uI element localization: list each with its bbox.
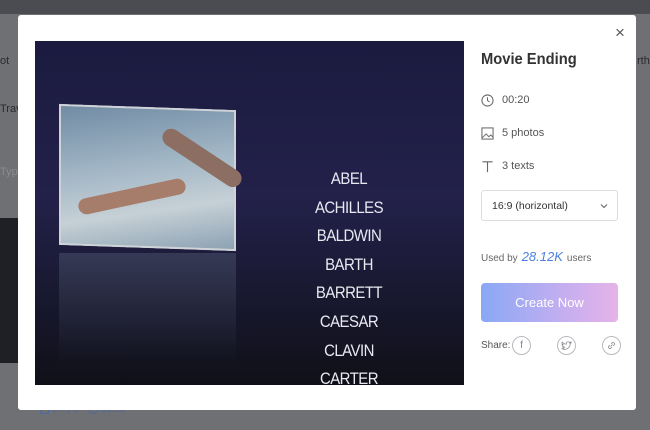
template-info: Movie Ending 00:20 5 photos 3 texts 16:9… bbox=[481, 51, 621, 355]
duration-value: 00:20 bbox=[502, 94, 530, 106]
texts-row: 3 texts bbox=[481, 158, 621, 174]
credit-name: BALDWIN bbox=[316, 226, 382, 246]
create-now-button[interactable]: Create Now bbox=[481, 283, 618, 322]
close-icon[interactable]: × bbox=[612, 24, 628, 41]
image-icon bbox=[481, 126, 494, 140]
clock-icon bbox=[481, 93, 494, 107]
template-modal: × ABEL ACHILLES BALDWIN BARTH BARRETT CA… bbox=[18, 15, 636, 410]
background-search-placeholder: Typ bbox=[0, 166, 18, 178]
credit-name: CARTER bbox=[319, 369, 379, 385]
credit-name: BARRETT bbox=[315, 283, 383, 303]
background-tab-label: ot bbox=[0, 55, 10, 67]
photo-reflection bbox=[59, 253, 236, 363]
text-icon bbox=[482, 160, 493, 172]
share-row: Share: f bbox=[481, 336, 621, 355]
preview-photo bbox=[59, 103, 245, 252]
credit-name: CLAVIN bbox=[324, 340, 374, 360]
share-label: Share: bbox=[481, 340, 511, 351]
background-tab-label: rtho bbox=[637, 55, 650, 67]
credit-name: ACHILLES bbox=[314, 197, 384, 217]
photos-count: 5 photos bbox=[502, 127, 545, 139]
template-title: Movie Ending bbox=[481, 51, 577, 68]
duration-row: 00:20 bbox=[481, 92, 621, 108]
background-header bbox=[0, 0, 650, 14]
credit-name: ABEL bbox=[330, 169, 368, 188]
aspect-ratio-value: 16:9 (horizontal) bbox=[492, 199, 568, 212]
link-icon[interactable] bbox=[602, 336, 621, 355]
facebook-icon[interactable]: f bbox=[512, 336, 531, 355]
aspect-ratio-select[interactable]: 16:9 (horizontal) bbox=[481, 190, 618, 221]
used-prefix: Used by bbox=[481, 253, 518, 264]
chevron-down-icon bbox=[600, 203, 608, 208]
used-suffix: users bbox=[566, 253, 592, 264]
texts-count: 3 texts bbox=[502, 160, 535, 172]
twitter-icon[interactable] bbox=[557, 336, 576, 355]
used-count: 28.12K bbox=[521, 249, 563, 264]
background-thumbnail bbox=[0, 218, 20, 363]
credits-list: ABEL ACHILLES BALDWIN BARTH BARRETT CAES… bbox=[301, 165, 397, 385]
video-preview[interactable]: ABEL ACHILLES BALDWIN BARTH BARRETT CAES… bbox=[35, 41, 464, 385]
credit-name: BARTH bbox=[325, 254, 373, 274]
photos-row: 5 photos bbox=[481, 125, 621, 141]
credit-name: CAESAR bbox=[319, 311, 379, 331]
usage-stats: Used by 28.12K users bbox=[481, 249, 621, 264]
